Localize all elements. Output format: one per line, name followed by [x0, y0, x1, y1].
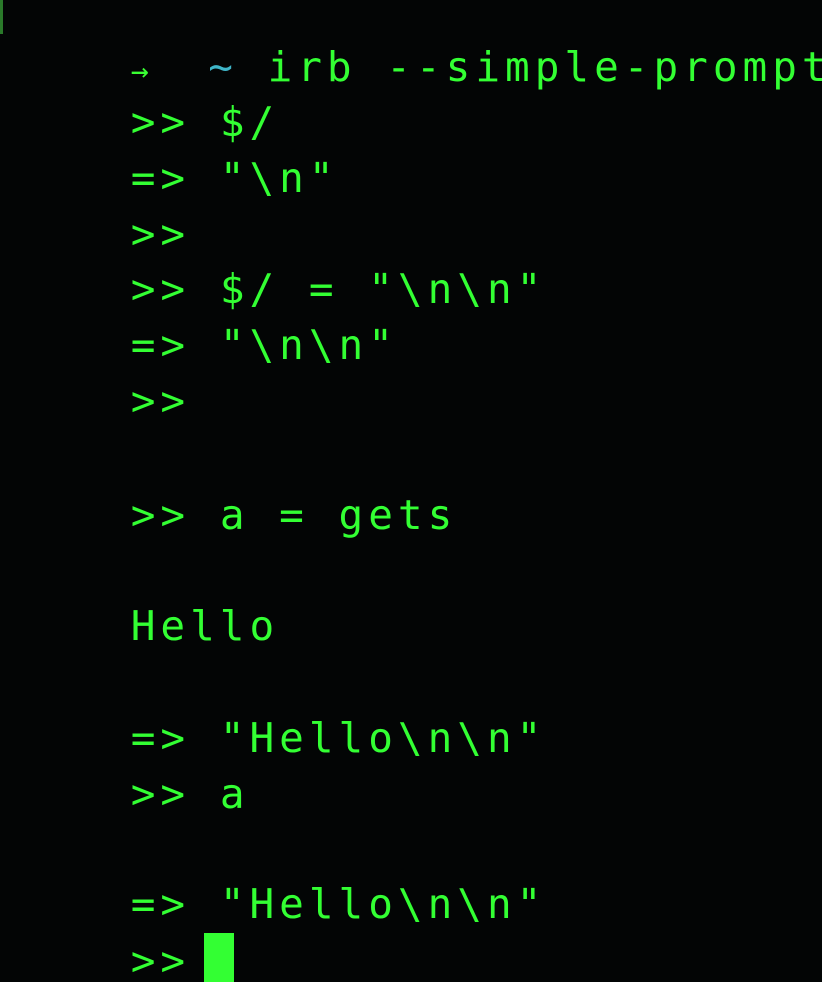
irb-line: >> [12, 165, 190, 257]
irb-output: "\n" [219, 154, 339, 202]
irb-input: a [219, 770, 250, 818]
shell-command: irb --simple-prompt [267, 43, 822, 91]
irb-line: >> $/ = "\n\n" [12, 220, 546, 312]
irb-prompt: >> [130, 377, 191, 425]
irb-line: >> a = gets [12, 446, 457, 538]
irb-output: "\n\n" [219, 321, 398, 369]
window-edge [0, 0, 3, 34]
irb-prompt: >> [130, 770, 191, 818]
irb-output: "Hello\n\n" [219, 714, 547, 762]
irb-line: => "Hello\n\n" [12, 835, 546, 927]
irb-line: => "\n\n" [12, 276, 398, 368]
stdin-input: Hello [130, 602, 280, 650]
terminal-window[interactable]: → ~ irb --simple-prompt >> $/ => "\n" >>… [0, 0, 822, 982]
terminal-cursor [204, 933, 235, 982]
irb-line: => "Hello\n\n" [12, 669, 546, 761]
irb-prompt: >> [130, 491, 191, 539]
irb-line: >> a [12, 725, 250, 817]
irb-prompt: >> [130, 937, 191, 982]
irb-line: >> [12, 332, 190, 424]
irb-input: a = gets [219, 491, 458, 539]
irb-current-line[interactable]: >> [12, 891, 235, 982]
irb-line: => "\n" [12, 109, 339, 201]
stdin-line: Hello [12, 557, 279, 649]
irb-line: >> $/ [12, 53, 279, 145]
shell-command-line: → ~ irb --simple-prompt [12, 0, 822, 90]
irb-output: "Hello\n\n" [219, 880, 547, 928]
